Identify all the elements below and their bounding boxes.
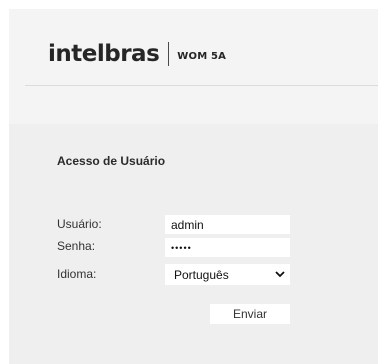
logo: intelbras WOM 5A [48, 38, 226, 70]
language-selected-value: Português [174, 267, 229, 282]
language-label: Idioma: [57, 267, 97, 281]
login-panel: intelbras WOM 5A [9, 9, 378, 364]
language-select[interactable]: Português [165, 264, 290, 285]
logo-divider [168, 42, 170, 66]
chevron-down-icon [275, 270, 285, 280]
model-name: WOM 5A [177, 51, 227, 62]
header-divider [25, 85, 378, 86]
login-title: Acesso de Usuário [57, 154, 166, 168]
password-input[interactable] [165, 238, 290, 257]
login-page: intelbras WOM 5A Acesso de Usuário Usuár… [0, 0, 378, 364]
password-label: Senha: [57, 239, 96, 253]
username-label: Usuário: [57, 217, 102, 231]
header: intelbras WOM 5A [9, 9, 378, 124]
brand-logo: intelbras [48, 41, 160, 67]
username-input[interactable] [165, 215, 290, 234]
submit-button[interactable]: Enviar [210, 304, 290, 324]
